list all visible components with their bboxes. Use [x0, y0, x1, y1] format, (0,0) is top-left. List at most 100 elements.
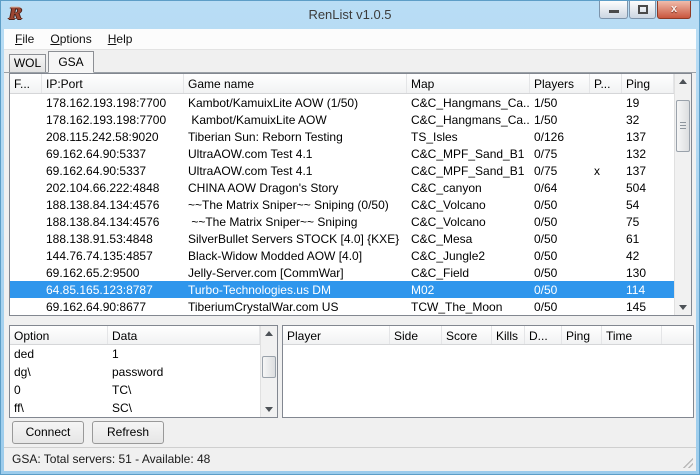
- game-name-cell: TiberiumCrystalWar.com US: [184, 298, 407, 315]
- ip-port-cell: 178.162.193.198:7700: [42, 111, 184, 128]
- scrollbar-thumb[interactable]: [676, 100, 690, 152]
- map-cell: C&C_canyon: [407, 179, 530, 196]
- data-cell: TC\: [108, 381, 260, 399]
- column-header-player[interactable]: Player: [283, 326, 390, 344]
- ping-cell: 75: [622, 213, 674, 230]
- flag-cell: [10, 298, 42, 315]
- maximize-button[interactable]: [629, 1, 656, 19]
- ping-cell: 145: [622, 298, 674, 315]
- scroll-up-icon[interactable]: [261, 326, 277, 342]
- menu-bar: File Options Help: [4, 29, 696, 50]
- column-header-side[interactable]: Side: [390, 326, 442, 344]
- tab-gsa[interactable]: GSA: [48, 51, 94, 73]
- column-header-players[interactable]: Players: [530, 74, 590, 93]
- column-header-deaths[interactable]: D...: [525, 326, 562, 344]
- header-filler: [662, 326, 693, 344]
- flag-cell: [10, 247, 42, 264]
- players-list: PlayerSideScoreKillsD...PingTime: [282, 325, 694, 418]
- column-header-time[interactable]: Time: [602, 326, 662, 344]
- column-header-ping[interactable]: Ping: [562, 326, 602, 344]
- column-header-ping[interactable]: Ping: [622, 74, 674, 93]
- players-list-header: PlayerSideScoreKillsD...PingTime: [283, 326, 693, 345]
- resize-grip[interactable]: [683, 458, 693, 468]
- map-cell: C&C_Field: [407, 264, 530, 281]
- players-cell: 0/50: [530, 196, 590, 213]
- game-name-cell: Turbo-Technologies.us DM: [184, 281, 407, 298]
- connect-button[interactable]: Connect: [12, 421, 84, 444]
- password-flag-cell: [590, 247, 622, 264]
- menu-file[interactable]: File: [7, 29, 42, 49]
- ip-port-cell: 188.138.91.53:4848: [42, 230, 184, 247]
- server-row[interactable]: 64.85.165.123:8787Turbo-Technologies.us …: [10, 281, 691, 298]
- option-row[interactable]: ded1: [10, 345, 277, 363]
- minimize-icon: [609, 10, 619, 13]
- options-list: OptionData ded1dg\password0TC\ff\SC\: [9, 325, 278, 418]
- column-header-score[interactable]: Score: [442, 326, 492, 344]
- options-list-body: ded1dg\password0TC\ff\SC\: [10, 345, 277, 417]
- map-cell: C&C_Jungle2: [407, 247, 530, 264]
- flag-cell: [10, 179, 42, 196]
- server-row[interactable]: 202.104.66.222:4848CHINA AOW Dragon's St…: [10, 179, 691, 196]
- password-flag-cell: [590, 230, 622, 247]
- scroll-down-icon[interactable]: [261, 401, 277, 417]
- server-row[interactable]: 69.162.65.2:9500Jelly-Server.com [CommWa…: [10, 264, 691, 281]
- map-cell: C&C_Volcano: [407, 213, 530, 230]
- server-row[interactable]: 69.162.64.90:8677TiberiumCrystalWar.com …: [10, 298, 691, 315]
- ping-cell: 504: [622, 179, 674, 196]
- data-cell: password: [108, 363, 260, 381]
- scrollbar-thumb[interactable]: [262, 356, 276, 378]
- window-controls: x: [598, 1, 691, 19]
- option-row[interactable]: 0TC\: [10, 381, 277, 399]
- titlebar[interactable]: R RenList v1.0.5 x: [1, 1, 699, 29]
- close-button[interactable]: x: [657, 1, 691, 19]
- menu-options[interactable]: Options: [42, 29, 99, 49]
- option-row[interactable]: dg\password: [10, 363, 277, 381]
- app-icon: R: [9, 5, 27, 23]
- flag-cell: [10, 94, 42, 111]
- server-row[interactable]: 69.162.64.90:5337UltraAOW.com Test 4.1C&…: [10, 162, 691, 179]
- password-flag-cell: [590, 281, 622, 298]
- options-list-scrollbar[interactable]: [260, 326, 277, 417]
- server-list-scrollbar[interactable]: [674, 74, 691, 315]
- option-row[interactable]: ff\SC\: [10, 399, 277, 417]
- server-list-body: 178.162.193.198:7700Kambot/KamuixLite AO…: [10, 94, 691, 315]
- column-header-option[interactable]: Option: [10, 326, 108, 344]
- ping-cell: 137: [622, 162, 674, 179]
- server-row[interactable]: 69.162.64.90:5337UltraAOW.com Test 4.1C&…: [10, 145, 691, 162]
- ip-port-cell: 188.138.84.134:4576: [42, 196, 184, 213]
- server-row[interactable]: 188.138.84.134:4576 ~~The Matrix Sniper~…: [10, 213, 691, 230]
- scroll-down-icon[interactable]: [675, 299, 691, 315]
- ping-cell: 114: [622, 281, 674, 298]
- server-row[interactable]: 188.138.84.134:4576~~The Matrix Sniper~~…: [10, 196, 691, 213]
- data-cell: SC\: [108, 399, 260, 417]
- ip-port-cell: 178.162.193.198:7700: [42, 94, 184, 111]
- server-row[interactable]: 188.138.91.53:4848SilverBullet Servers S…: [10, 230, 691, 247]
- ping-cell: 54: [622, 196, 674, 213]
- players-cell: 0/50: [530, 298, 590, 315]
- server-row[interactable]: 208.115.242.58:9020Tiberian Sun: Reborn …: [10, 128, 691, 145]
- column-header-data[interactable]: Data: [108, 326, 260, 344]
- option-cell: ded: [10, 345, 108, 363]
- flag-cell: [10, 196, 42, 213]
- ip-port-cell: 202.104.66.222:4848: [42, 179, 184, 196]
- app-window: R RenList v1.0.5 x File Options Help WOL…: [0, 0, 700, 475]
- game-name-cell: SilverBullet Servers STOCK [4.0] {KXE}: [184, 230, 407, 247]
- column-header-flag[interactable]: F...: [10, 74, 42, 93]
- column-header-kills[interactable]: Kills: [492, 326, 525, 344]
- minimize-button[interactable]: [599, 1, 628, 19]
- game-name-cell: Kambot/KamuixLite AOW: [184, 111, 407, 128]
- scroll-up-icon[interactable]: [675, 74, 691, 90]
- column-header-map[interactable]: Map: [407, 74, 530, 93]
- column-header-ip-port[interactable]: IP:Port: [42, 74, 184, 93]
- tab-wol[interactable]: WOL: [9, 54, 46, 72]
- column-header-game-name[interactable]: Game name: [184, 74, 407, 93]
- server-row[interactable]: 178.162.193.198:7700Kambot/KamuixLite AO…: [10, 94, 691, 111]
- password-flag-cell: [590, 145, 622, 162]
- server-row[interactable]: 144.76.74.135:4857Black-Widow Modded AOW…: [10, 247, 691, 264]
- column-header-password[interactable]: P...: [590, 74, 622, 93]
- refresh-button[interactable]: Refresh: [92, 421, 164, 444]
- menu-help[interactable]: Help: [100, 29, 141, 49]
- server-row[interactable]: 178.162.193.198:7700 Kambot/KamuixLite A…: [10, 111, 691, 128]
- flag-cell: [10, 128, 42, 145]
- ping-cell: 137: [622, 128, 674, 145]
